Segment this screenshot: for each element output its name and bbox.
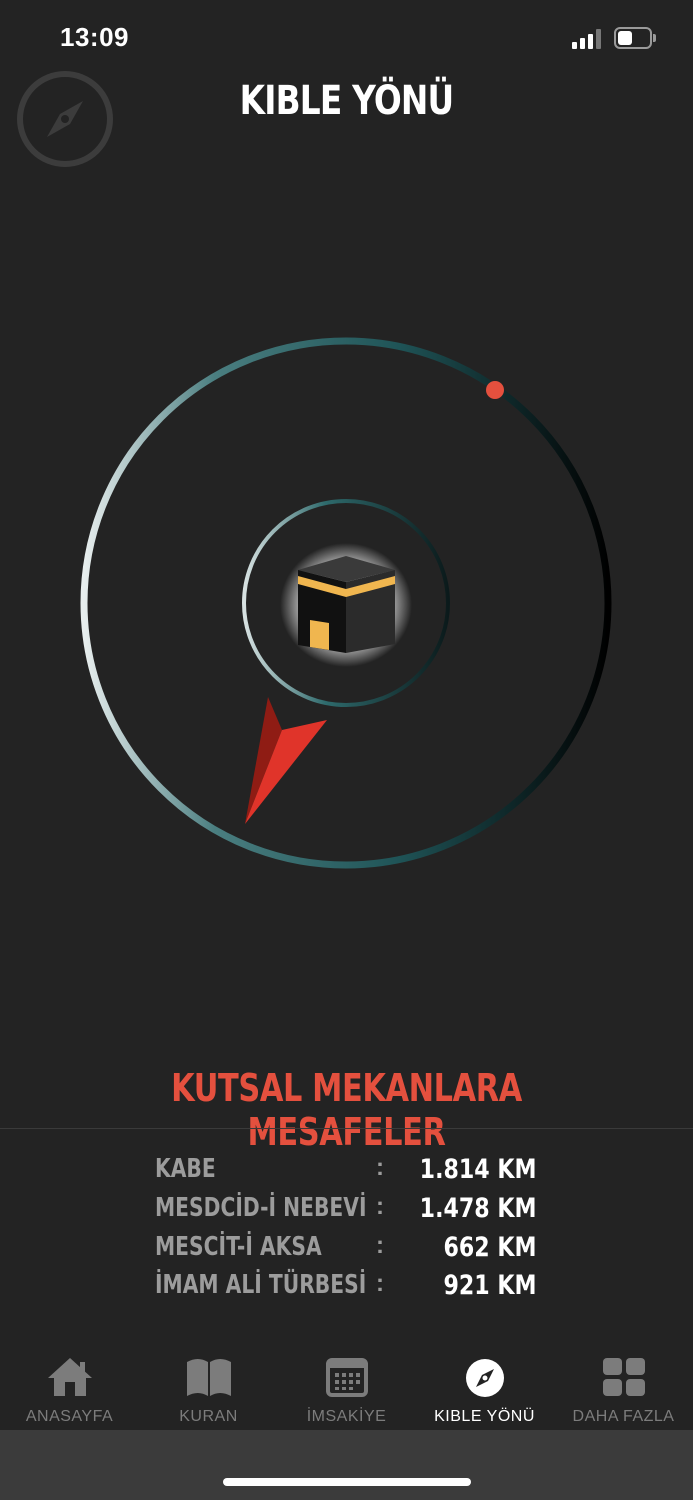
qibla-compass (0, 300, 693, 900)
home-indicator-area (0, 1430, 693, 1500)
distance-row-mescit-aksa: MESCİT-İ AKSA : 662 KM (0, 1232, 693, 1266)
home-icon (47, 1358, 92, 1396)
direction-arrow-icon (245, 697, 327, 824)
book-icon (186, 1359, 231, 1396)
page-title: KIBLE YÖNÜ (239, 78, 455, 124)
divider (0, 1128, 693, 1129)
status-time: 13:09 (60, 22, 129, 52)
grid-icon (602, 1358, 645, 1396)
distance-separator: : (376, 1270, 384, 1297)
distance-name: KABE (155, 1154, 216, 1184)
tab-label: İMSAKİYE (306, 1408, 387, 1425)
compass-icon (465, 1359, 504, 1397)
cellular-signal-icon (572, 29, 602, 49)
distance-name: MESCİT-İ AKSA (155, 1232, 322, 1262)
distance-row-kabe: KABE : 1.814 KM (0, 1154, 693, 1188)
qibla-marker (486, 381, 504, 399)
qibla-screen: 13:09 KIBLE YÖNÜ KUTSAL MEKANLARA MESAFE… (0, 0, 693, 1500)
calendar-icon (325, 1358, 368, 1397)
tab-label: KURAN (179, 1408, 238, 1425)
kaaba-icon (280, 543, 412, 667)
tab-label: DAHA FAZLA (572, 1408, 675, 1425)
tab-kuran[interactable]: KURAN (139, 1350, 278, 1430)
distance-name: MESDCİD-İ NEBEVİ (155, 1193, 367, 1223)
distance-name: İMAM ALİ TÜRBESİ (155, 1270, 367, 1300)
tab-kible-yonu[interactable]: KIBLE YÖNÜ (415, 1350, 554, 1430)
distance-separator: : (376, 1193, 384, 1220)
distance-row-mescid-nebevi: MESDCİD-İ NEBEVİ : 1.478 KM (0, 1193, 693, 1227)
tab-label: ANASAYFA (25, 1408, 114, 1425)
distance-value: 921 KM (443, 1270, 537, 1301)
tab-anasayfa[interactable]: ANASAYFA (0, 1350, 139, 1430)
tab-label: KIBLE YÖNÜ (434, 1408, 535, 1425)
distance-value: 662 KM (443, 1232, 537, 1263)
distance-value: 1.478 KM (420, 1193, 537, 1224)
distances-title: KUTSAL MEKANLARA MESAFELER (171, 1066, 522, 1154)
distance-separator: : (376, 1232, 384, 1259)
tab-bar: ANASAYFA KURAN İMSAKİYE KIBLE YÖNÜ DAHA … (0, 1350, 693, 1430)
distance-value: 1.814 KM (420, 1154, 537, 1185)
tab-daha-fazla[interactable]: DAHA FAZLA (554, 1350, 693, 1430)
tab-imsakiye[interactable]: İMSAKİYE (277, 1350, 416, 1430)
home-indicator[interactable] (223, 1478, 471, 1486)
battery-icon (614, 27, 656, 49)
distance-separator: : (376, 1154, 384, 1181)
distance-row-imam-ali: İMAM ALİ TÜRBESİ : 921 KM (0, 1270, 693, 1304)
